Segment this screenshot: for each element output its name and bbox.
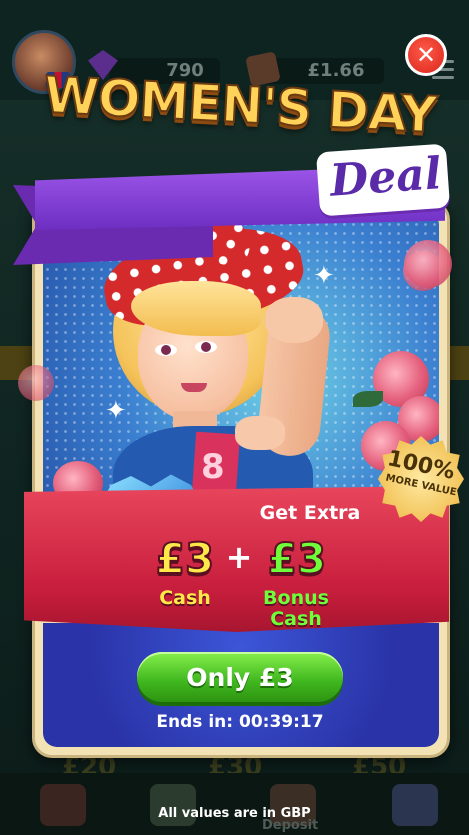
buy-button-label: Only £3 [186,662,294,692]
cash-amount: £3 [155,533,215,584]
bonus-label-line-2: Cash [270,608,322,630]
cash-balance: £1.66 [307,60,365,81]
cash-label: Cash [159,587,211,609]
get-extra-label: Get Extra [259,502,361,524]
sparkle-icon: ✦ [105,396,127,426]
sash-emblem: 8 [201,447,225,487]
bonus-label-line-1: Bonus [263,587,329,609]
gbp-note: All values are in GBP [158,806,311,821]
bonus-amount: £3 [267,533,327,584]
close-icon: ✕ [415,41,437,69]
plus-sign: + [225,538,253,576]
deal-subtitle: Deal [328,148,444,207]
countdown-timer: Ends in: 00:39:17 [156,712,324,732]
close-button[interactable]: ✕ [405,34,447,76]
sparkle-icon: ✦ [313,261,335,291]
bonus-cash-label: Bonus Cash [246,588,346,630]
buy-button[interactable]: Only £3 [137,652,343,702]
